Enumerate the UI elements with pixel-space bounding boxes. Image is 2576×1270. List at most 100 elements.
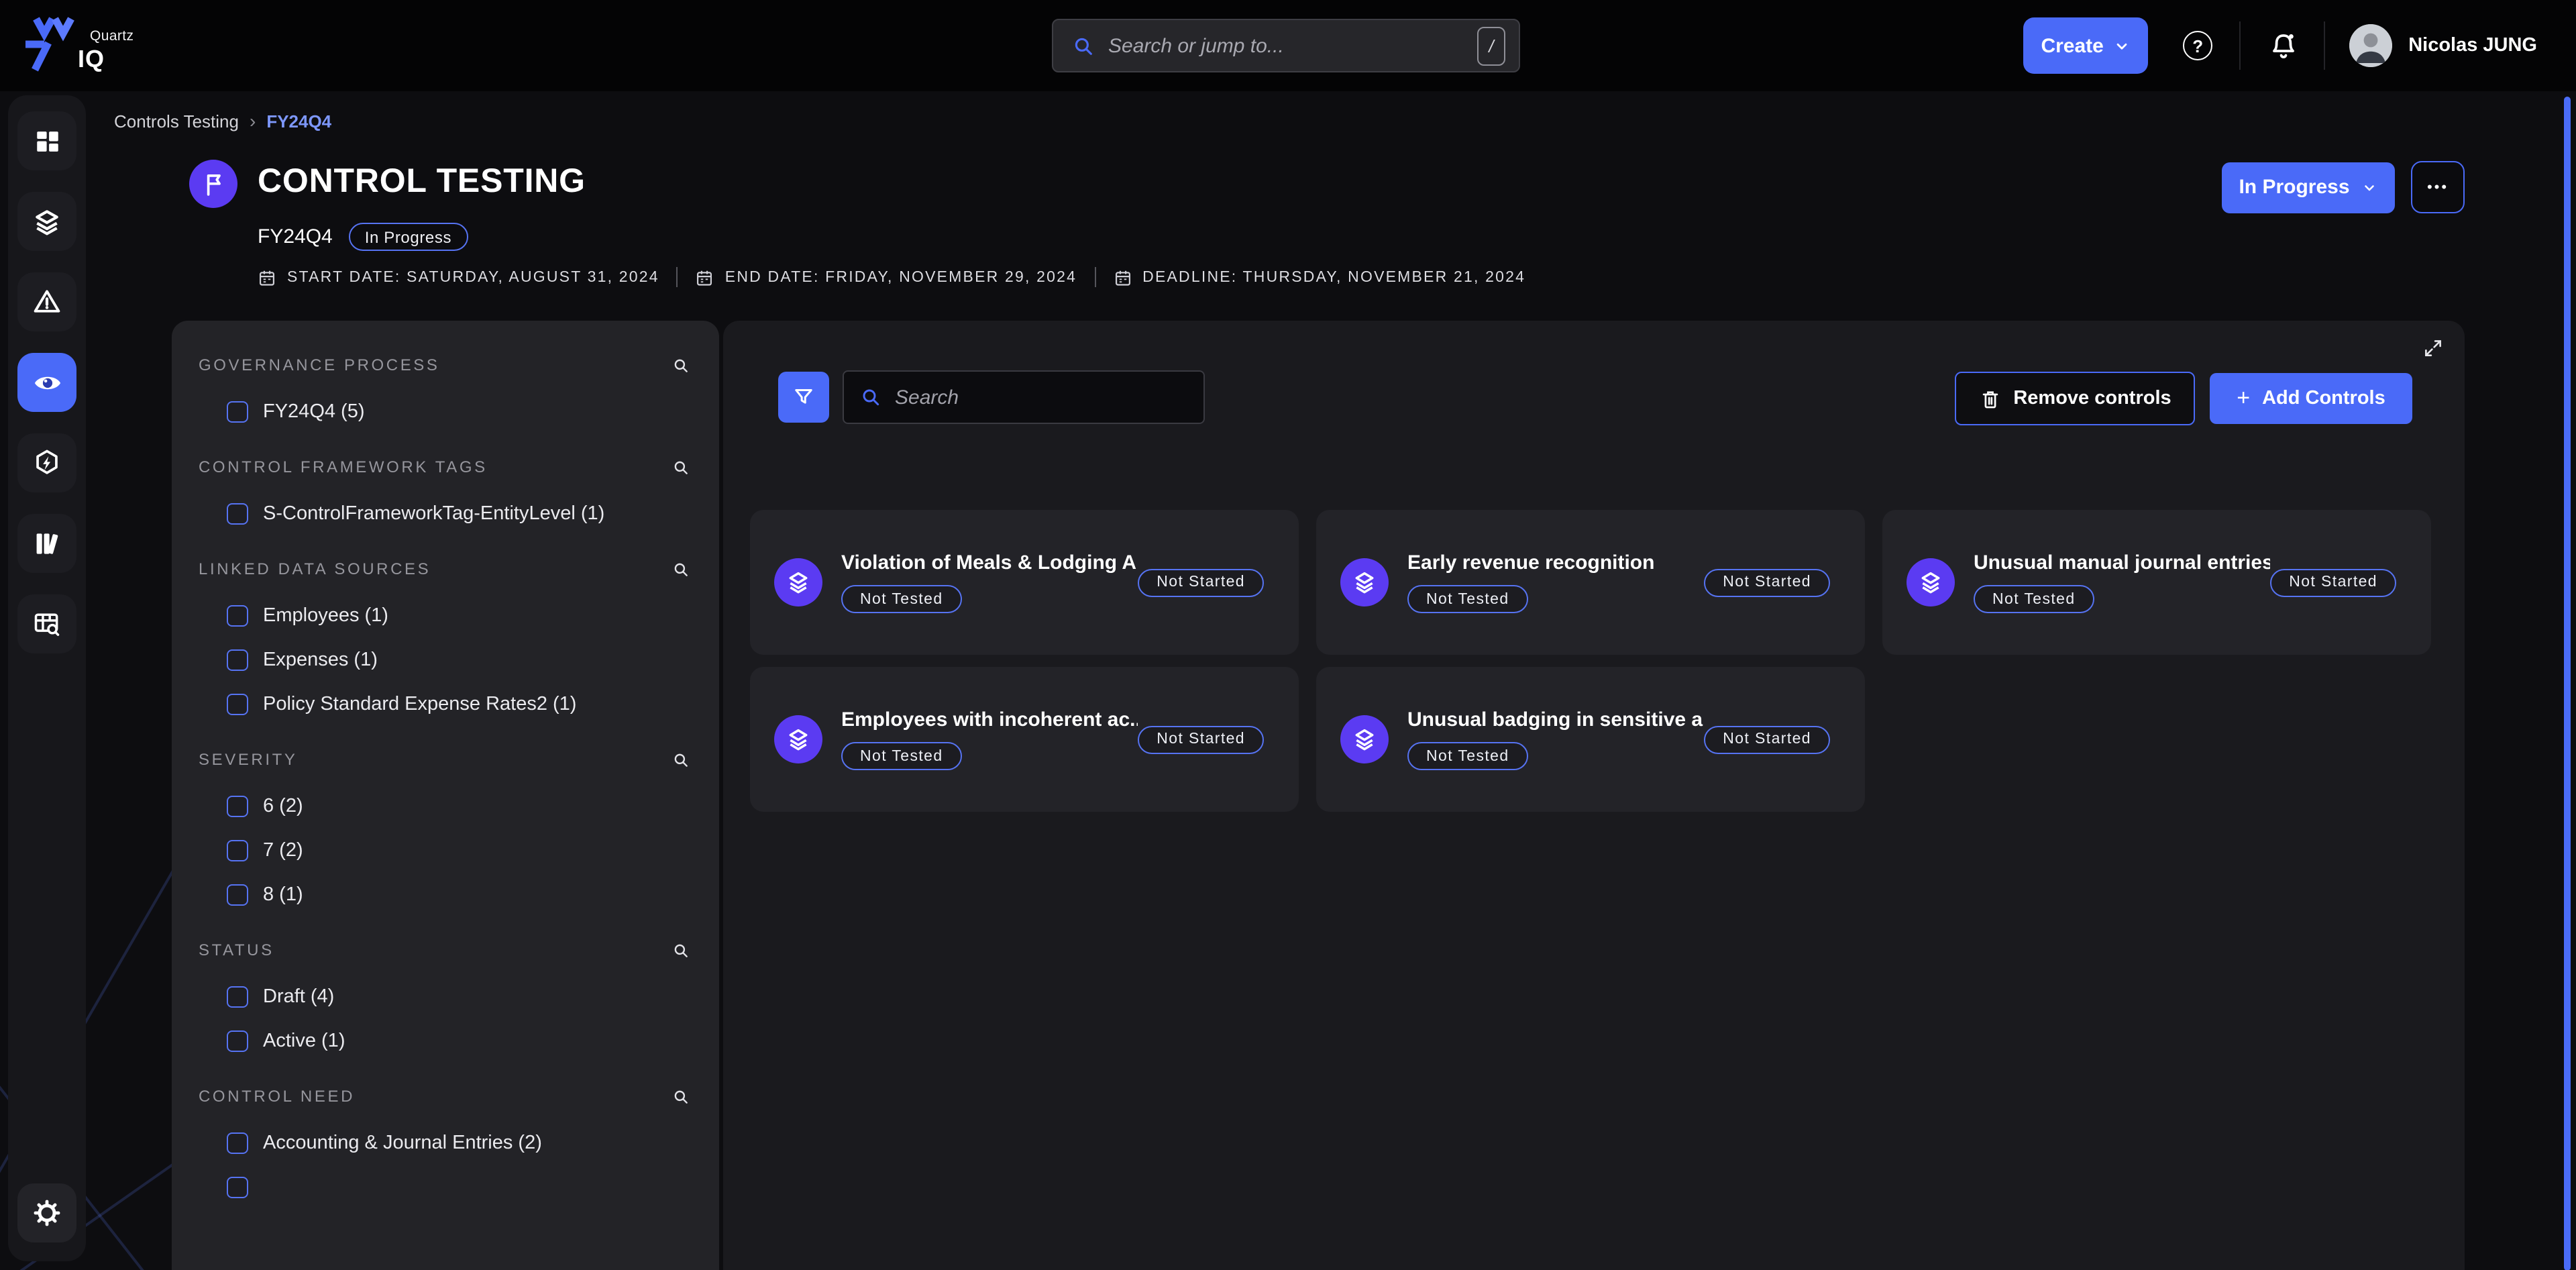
filter-section-title: SEVERITY (199, 750, 298, 769)
sidebar-item-settings[interactable] (17, 1183, 76, 1242)
filter-option-label: Draft (4) (263, 986, 334, 1008)
control-icon (1907, 558, 1955, 606)
filter-panel: GOVERNANCE PROCESS FY24Q4 (5) CONTROL FR… (172, 321, 719, 1270)
filter-option[interactable]: Policy Standard Expense Rates2 (1) (199, 691, 690, 718)
filter-checkbox[interactable] (227, 796, 248, 817)
search-icon (860, 386, 881, 408)
calendar-icon (1113, 268, 1132, 286)
more-actions-button[interactable]: ••• (2411, 161, 2465, 213)
start-date-text: START DATE: SATURDAY, AUGUST 31, 2024 (287, 269, 659, 285)
filter-option[interactable]: S-ControlFrameworkTag-EntityLevel (1) (199, 500, 690, 527)
filter-checkbox[interactable] (227, 986, 248, 1008)
filter-section-control-framework-tags: CONTROL FRAMEWORK TAGS S-ControlFramewor… (199, 458, 690, 527)
vertical-scrollbar[interactable] (2564, 97, 2571, 1270)
sidebar-item-automation[interactable] (17, 433, 76, 492)
filter-checkbox[interactable] (227, 401, 248, 423)
filter-section-severity: SEVERITY 6 (2) 7 (2) 8 (1) (199, 750, 690, 908)
sidebar-item-dashboard[interactable] (17, 111, 76, 170)
filter-option[interactable]: Active (1) (199, 1028, 690, 1055)
filter-checkbox[interactable] (227, 605, 248, 627)
filter-option[interactable]: Employees (1) (199, 602, 690, 629)
divider (1094, 267, 1095, 287)
filter-checkbox[interactable] (227, 1132, 248, 1154)
controls-panel: Remove controls + Add Controls SHOWING 5… (723, 321, 2465, 1270)
remove-controls-button[interactable]: Remove controls (1955, 372, 2195, 425)
stack-icon (1351, 726, 1378, 753)
eye-icon (32, 367, 62, 398)
help-icon[interactable]: ? (2183, 31, 2212, 60)
page-subtitle-row: FY24Q4 In Progress (258, 223, 468, 251)
filter-option-label: 8 (1) (263, 884, 303, 906)
app-window: Quartz IQ / Create ? Nicolas JUNG Contro… (0, 0, 2576, 1270)
controls-search-input[interactable] (895, 386, 1187, 409)
control-card-body: Unusual manual journal entries Not Teste… (1974, 551, 2270, 613)
create-button[interactable]: Create (2023, 17, 2148, 74)
filter-checkbox[interactable] (227, 884, 248, 906)
add-controls-button[interactable]: + Add Controls (2210, 373, 2412, 424)
stack-icon (785, 726, 812, 753)
control-icon (1340, 715, 1389, 763)
filter-option[interactable]: 7 (2) (199, 837, 690, 864)
control-icon (774, 715, 822, 763)
filter-option[interactable]: Expenses (1) (199, 647, 690, 674)
filter-toggle-button[interactable] (778, 372, 829, 423)
avatar[interactable] (2349, 24, 2392, 67)
filter-option-partial[interactable] (199, 1174, 690, 1201)
dates-row: START DATE: SATURDAY, AUGUST 31, 2024 EN… (258, 267, 1525, 287)
filter-option[interactable]: Accounting & Journal Entries (2) (199, 1130, 690, 1157)
header-actions: In Progress ••• (2222, 161, 2465, 213)
filter-checkbox[interactable] (227, 1030, 248, 1052)
filter-option[interactable]: Draft (4) (199, 984, 690, 1010)
control-card[interactable]: Early revenue recognition Not Tested Not… (1316, 510, 1865, 655)
filter-checkbox[interactable] (227, 694, 248, 715)
section-search-icon[interactable] (672, 356, 690, 374)
filter-checkbox[interactable] (227, 840, 248, 861)
flag-icon (199, 170, 227, 198)
controls-search[interactable] (843, 370, 1205, 424)
global-search-input[interactable] (1108, 34, 1464, 57)
breadcrumb-current[interactable]: FY24Q4 (266, 111, 331, 131)
filter-option[interactable]: FY24Q4 (5) (199, 399, 690, 425)
filter-checkbox[interactable] (227, 503, 248, 525)
sidebar-item-data-explorer[interactable] (17, 594, 76, 653)
stack-icon (1351, 569, 1378, 596)
sidebar-item-layers[interactable] (17, 192, 76, 251)
section-search-icon[interactable] (672, 560, 690, 578)
status-dropdown-button[interactable]: In Progress (2222, 162, 2395, 213)
control-icon (1340, 558, 1389, 606)
expand-icon[interactable] (2423, 338, 2443, 358)
section-search-icon[interactable] (672, 941, 690, 959)
filter-funnel-icon (792, 385, 816, 409)
sidebar-item-controls-monitoring[interactable] (17, 353, 76, 412)
filter-section-header: SEVERITY (199, 750, 690, 769)
section-search-icon[interactable] (672, 458, 690, 476)
bell-icon[interactable] (2267, 30, 2300, 62)
control-card[interactable]: Violation of Meals & Lodging A... Not Te… (750, 510, 1299, 655)
global-search[interactable]: / (1052, 19, 1520, 72)
section-search-icon[interactable] (672, 1088, 690, 1105)
filter-option-label: Expenses (1) (263, 649, 378, 671)
calendar-icon (258, 268, 276, 286)
sidebar-item-library[interactable] (17, 514, 76, 573)
filter-section-governance-process: GOVERNANCE PROCESS FY24Q4 (5) (199, 356, 690, 425)
control-card-body: Employees with incoherent ac... Not Test… (841, 708, 1138, 770)
alert-triangle-icon (32, 287, 62, 317)
control-card[interactable]: Unusual badging in sensitive a... Not Te… (1316, 667, 1865, 812)
data-table-search-icon (32, 609, 62, 639)
sidebar-item-alerts[interactable] (17, 272, 76, 331)
filter-checkbox[interactable] (227, 1177, 248, 1198)
filter-option[interactable]: 6 (2) (199, 793, 690, 820)
filter-section-linked-data-sources: LINKED DATA SOURCES Employees (1) Expens… (199, 560, 690, 718)
filter-checkbox[interactable] (227, 649, 248, 671)
section-search-icon[interactable] (672, 751, 690, 768)
control-card[interactable]: Unusual manual journal entries Not Teste… (1882, 510, 2431, 655)
filter-option[interactable]: 8 (1) (199, 882, 690, 908)
library-books-icon (32, 529, 62, 558)
control-card[interactable]: Employees with incoherent ac... Not Test… (750, 667, 1299, 812)
filter-option-label: 6 (2) (263, 796, 303, 817)
breadcrumb-parent[interactable]: Controls Testing (114, 111, 239, 131)
page-title: CONTROL TESTING (258, 162, 586, 201)
deadline-date-text: DEADLINE: THURSDAY, NOVEMBER 21, 2024 (1142, 269, 1525, 285)
logo[interactable]: Quartz IQ (21, 11, 169, 81)
run-status-badge: Not Started (2270, 568, 2396, 596)
